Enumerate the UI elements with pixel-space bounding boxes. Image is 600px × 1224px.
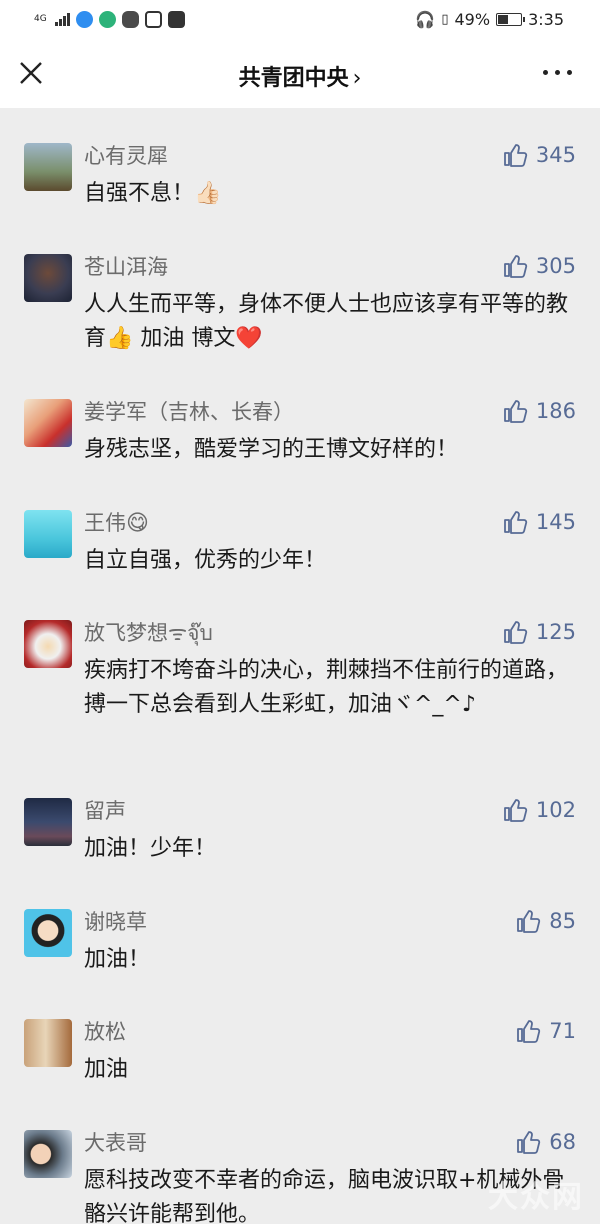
thumbs-up-icon [517,1020,541,1043]
like-count: 145 [535,510,576,534]
thumbs-up-icon [517,1131,541,1154]
commenter-name[interactable]: 姜学军（吉林、长春） [84,399,294,425]
avatar[interactable] [24,620,72,668]
cloud-icon [144,10,162,28]
like-button[interactable]: 68 [515,1128,576,1156]
thumbs-up-icon [504,511,528,534]
commenter-name[interactable]: 谢晓草 [84,909,147,935]
like-count: 125 [535,620,576,644]
avatar[interactable] [24,510,72,558]
like-button[interactable]: 102 [502,796,576,824]
commenter-name[interactable]: 心有灵犀 [84,143,168,169]
avatar[interactable] [24,254,72,302]
commenter-name-text: 王伟 [84,511,126,535]
battery-icon [496,12,526,26]
image-icon [167,10,185,28]
comment-text: 加油！ [84,947,151,972]
like-count: 305 [535,254,576,278]
commenter-name[interactable]: 王伟😋 [84,510,149,537]
chevron-right-icon: › [352,66,362,91]
comment-body: 自强不息！ [84,181,195,206]
network-indicator: 4G [34,13,47,24]
thumbs-up-icon [504,400,528,423]
like-count: 85 [549,909,576,933]
commenter-name[interactable]: 大表哥 [84,1130,147,1156]
heart-emoji: ❤️ [235,326,263,351]
clock: 3:35 [528,9,564,29]
signal-icon [54,12,70,26]
vibrate-icon: ▯ [441,11,449,27]
status-bar: 4G 🎧 ▯ 49% 3:35 [0,0,600,38]
comment-text: 疾病打不垮奋斗的决心，荆棘挡不住前行的道路，搏一下总会看到人生彩虹，加油ヾ^_^… [84,658,569,717]
like-button[interactable]: 85 [515,907,576,935]
like-button[interactable]: 71 [515,1017,576,1045]
avatar[interactable] [24,1019,72,1067]
avatar[interactable] [24,909,72,957]
nav-bar: 共青团中央 › [0,38,600,108]
commenter-name[interactable]: 留声 [84,798,126,824]
thumbs-up-emoji: 👍 [106,326,134,351]
like-count: 102 [535,798,576,822]
like-count: 345 [535,143,576,167]
like-button[interactable]: 125 [502,618,576,646]
headset-icon: 🎧 [415,9,436,29]
like-count: 71 [549,1019,576,1043]
thumbs-up-icon [504,255,528,278]
comment-text: 自立自强，优秀的少年！ [84,548,327,573]
comment-text: 加油 [84,1057,129,1082]
comment-text: 人人生而平等，身体不便人士也应该享有平等的教育👍 加油 博文❤️ [84,288,570,356]
thumbs-up-icon [504,144,528,167]
battery-text: 49% [454,9,491,29]
like-button[interactable]: 305 [502,252,576,280]
status-left: 4G [34,10,185,28]
commenter-name[interactable]: 放松 [84,1019,126,1045]
watermark: 大众网 [488,1180,584,1215]
commenter-name[interactable]: 放飞梦想ᯤจุ๊บ [84,620,213,646]
like-count: 186 [535,399,576,423]
thumbs-up-emoji: 👍🏻 [194,181,222,206]
account-title-link[interactable]: 共青团中央 › [0,60,600,92]
like-button[interactable]: 345 [502,141,576,169]
thumbs-up-icon [504,799,528,822]
status-right: 🎧 ▯ 49% 3:35 [415,10,564,29]
comment-body-2: 加油 博文 [140,326,236,351]
wechat-icon [121,10,139,28]
more-icon[interactable] [543,70,572,75]
commenter-name[interactable]: 苍山洱海 [84,254,168,280]
comment-text: 自强不息！👍🏻 [84,177,570,211]
like-button[interactable]: 145 [502,508,576,536]
avatar[interactable] [24,1130,72,1178]
page-title: 共青团中央 [238,66,349,91]
app-icon [98,10,116,28]
yum-emoji: 😋 [126,511,149,536]
like-button[interactable]: 186 [502,397,576,425]
avatar[interactable] [24,798,72,846]
thumbs-up-icon [517,910,541,933]
avatar[interactable] [24,143,72,191]
qq-browser-icon [75,10,93,28]
avatar[interactable] [24,399,72,447]
thumbs-up-icon [504,621,528,644]
comment-text: 身残志坚，酷爱学习的王博文好样的！ [84,437,459,462]
like-count: 68 [549,1130,576,1154]
comment-text: 加油！少年！ [84,836,217,861]
